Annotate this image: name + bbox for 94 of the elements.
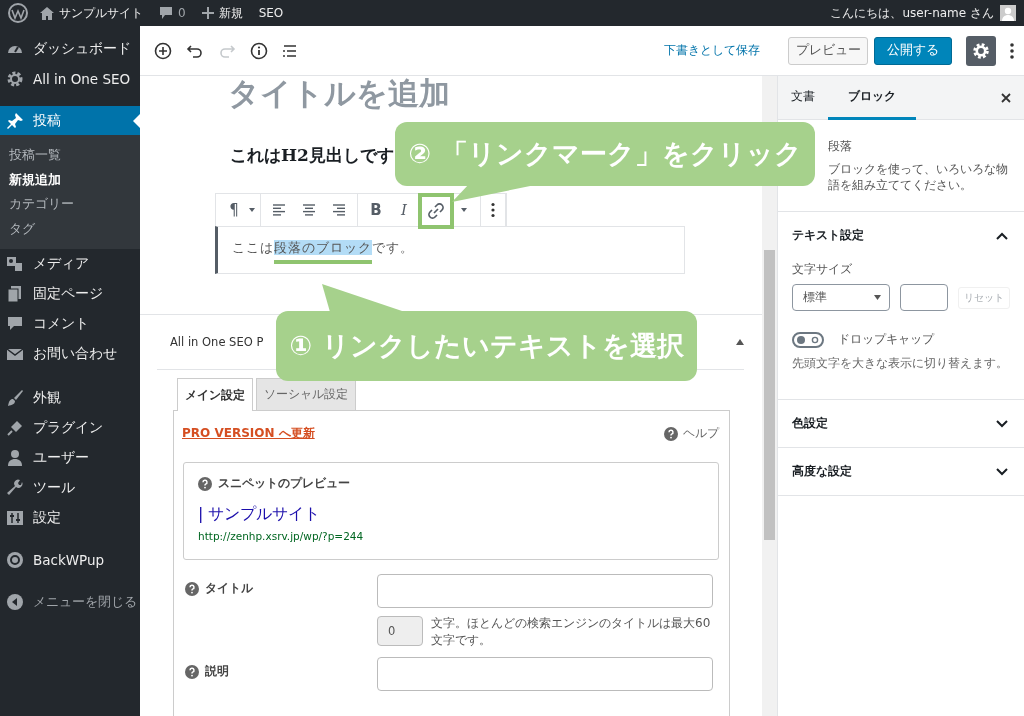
toggle-switch[interactable] [792,331,824,348]
help-icon [185,664,199,679]
add-block-icon[interactable] [154,41,172,60]
menu-item[interactable]: メディア [0,249,140,279]
snippet-url: http://zenhp.xsrv.jp/wp/?p=244 [198,530,364,542]
menu-item[interactable]: ユーザー [0,443,140,473]
upgrade-link[interactable]: PRO VERSION へ更新 [182,425,315,442]
collapse-menu-button[interactable]: メニューを閉じる [0,587,140,617]
home-icon [40,6,54,20]
wrench-icon [6,479,24,497]
speech-bubble-icon [6,315,24,333]
menu-item[interactable]: プラグイン [0,413,140,443]
help-icon [198,476,212,491]
page-icon [6,285,24,303]
menu-item[interactable]: BackWPup [0,545,140,575]
comments-link[interactable]: 0 [159,6,186,20]
menu-item[interactable]: All in One SEO [0,64,140,94]
collapse-arrow-icon[interactable] [736,339,744,345]
menu-item[interactable]: 投稿 [0,106,140,135]
input-field[interactable] [900,284,948,311]
pin-icon [6,111,24,130]
plus-icon [201,7,214,19]
outline-icon[interactable] [282,42,298,59]
more-icon[interactable] [1010,41,1014,60]
italic-button[interactable]: I [390,196,418,224]
menu-item[interactable]: コメント [0,309,140,339]
submenu-item[interactable]: タグ [0,216,140,241]
field-label: タイトル [205,580,253,597]
font-size-select[interactable]: 標準 [792,284,890,311]
sliders-icon [6,509,24,527]
speech-bubble-icon [159,6,173,20]
preview-button[interactable]: プレビュー [788,36,868,65]
caret-icon [874,295,881,300]
paragraph-button[interactable]: ¶ [220,196,248,224]
tab[interactable]: ブロック [828,76,916,120]
tab[interactable]: ソーシャル設定 [256,378,356,410]
help-text: 先頭文字を大きな表示に切り替えます。 [792,356,1009,371]
menu-item[interactable]: ツール [0,473,140,503]
help-link[interactable]: ヘルプ [664,425,719,442]
close-icon[interactable] [1001,92,1011,103]
media-icon [6,255,24,273]
help-icon [185,581,199,596]
tab[interactable]: 文書 [778,76,828,120]
paragraph-text[interactable]: ここは段落のブロック です。 [215,226,685,274]
menu-item[interactable]: 設定 [0,503,140,533]
field-label: 文字サイズ [792,261,853,278]
block-name: 段落 [828,138,853,155]
heading-text: これはH2見出しです [230,144,394,167]
plug-icon [6,419,24,437]
menu-item[interactable]: 固定ページ [0,279,140,309]
link-button[interactable] [418,193,454,229]
character-counter[interactable]: 0 [377,616,423,646]
submenu-item[interactable]: 新規追加 [0,167,140,192]
site-link[interactable]: サンプルサイト [40,4,143,22]
input-field[interactable] [377,574,713,608]
help-icon [664,426,678,441]
settings-button[interactable] [966,35,996,66]
circle-logo-icon [6,551,24,569]
info-icon[interactable] [250,41,268,60]
seo-link[interactable]: SEO [258,6,284,20]
gear-icon [6,70,24,88]
submenu-item[interactable]: カテゴリー [0,192,140,217]
field-label: 説明 [205,663,229,680]
menu-item[interactable]: 外観 [0,383,140,413]
align-right-icon[interactable] [331,202,347,218]
caret-icon[interactable] [460,206,468,214]
input-field[interactable] [377,657,713,691]
panel-header[interactable]: 高度な設定 [778,448,1024,495]
menu-item[interactable]: お問い合わせ [0,339,140,369]
hint-text: 文字。ほとんどの検索エンジンのタイトルは最大60文字です。 [431,615,712,649]
align-left-icon[interactable] [271,202,287,218]
block-description: ブロックを使って、いろいろな物語を組み立ててください。 [828,161,1009,193]
save-draft-link[interactable]: 下書きとして保存 [664,42,760,59]
settings-icon [972,41,990,60]
panel-header[interactable]: 色設定 [778,400,1024,447]
tab[interactable]: メイン設定 [177,378,253,411]
more-options-icon[interactable] [491,202,495,218]
submenu-item[interactable]: 投稿一覧 [0,143,140,168]
menu-item[interactable]: ダッシュボード [0,34,140,64]
snippet-heading: スニペットのプレビュー [218,475,350,492]
align-center-icon[interactable] [301,202,317,218]
toggle-label: ドロップキャップ [838,331,934,348]
bold-button[interactable]: B [362,196,390,224]
caret-icon[interactable] [248,206,256,214]
account-link[interactable]: こんにちは、user-name さん [830,4,994,22]
new-link[interactable]: 新規 [201,4,243,22]
circle-logo-icon[interactable] [8,3,28,23]
panel-header[interactable]: テキスト設定 [778,212,1024,259]
person-icon [6,449,24,467]
box-title: All in One SEO P [170,335,264,349]
brush-icon [6,389,24,407]
link-icon [428,203,444,219]
snippet-title: | サンプルサイト [198,504,321,525]
publish-button[interactable]: 公開する [874,36,952,65]
